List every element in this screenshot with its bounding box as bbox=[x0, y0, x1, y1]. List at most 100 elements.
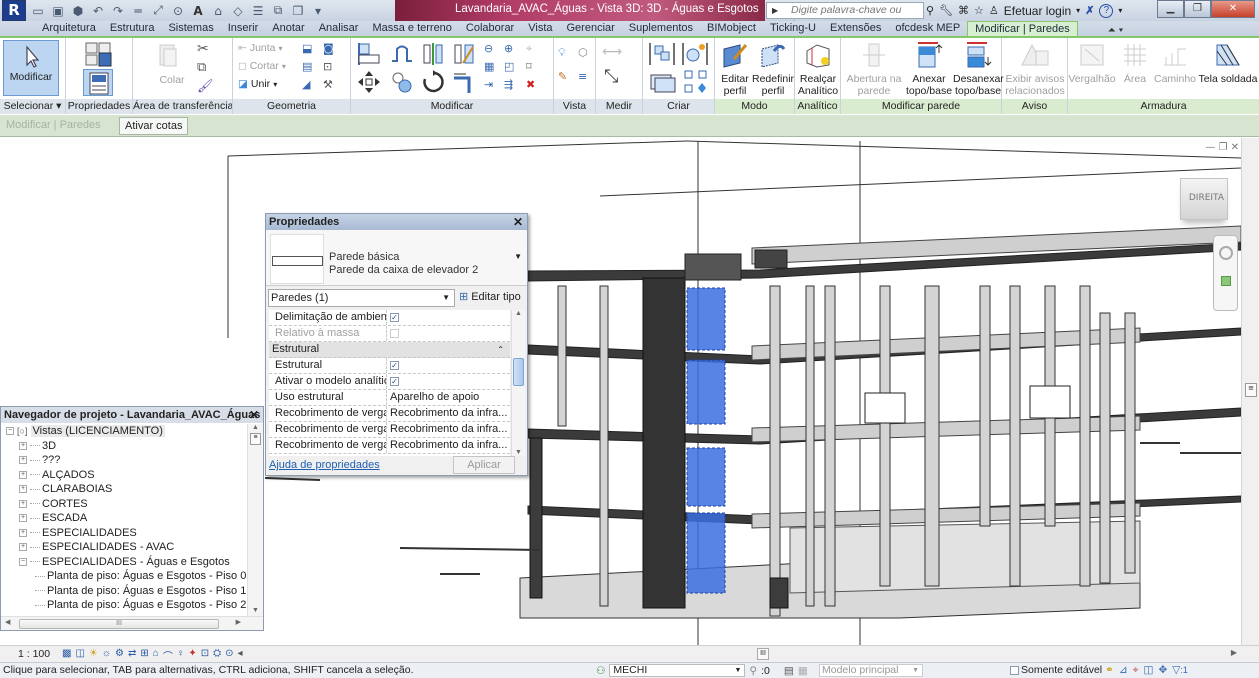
property-value[interactable]: Recobrimento da infra... bbox=[387, 422, 510, 437]
path-reinforcement-button[interactable]: Caminho bbox=[1153, 41, 1197, 85]
sync-icon[interactable]: ⬢ bbox=[70, 3, 86, 18]
wall-joins-icon[interactable]: ⬓ bbox=[302, 42, 318, 58]
key-icon[interactable]: 🔧︎ bbox=[939, 4, 953, 17]
paint-icon[interactable]: ◢ bbox=[302, 78, 318, 94]
section-icon[interactable]: ◇ bbox=[230, 3, 246, 18]
satellite-icon[interactable]: ⌘ bbox=[958, 4, 969, 17]
property-row[interactable]: Estrutural ✓ bbox=[269, 358, 510, 374]
design-options-icon[interactable]: ▤ bbox=[784, 665, 794, 677]
editable-only-toggle[interactable]: Somente editável bbox=[1010, 664, 1102, 676]
customize-icon[interactable]: ▾ bbox=[310, 3, 326, 18]
open-icon[interactable]: ▭ bbox=[30, 3, 46, 18]
reset-profile-button[interactable]: Redefinir perfil bbox=[752, 41, 794, 97]
split-face-icon[interactable]: ◙ bbox=[323, 42, 339, 58]
tree-node[interactable]: +3D bbox=[1, 439, 247, 454]
detach-top-base-button[interactable]: Desanexar topo/base bbox=[953, 41, 1004, 97]
tree-node[interactable]: − ESPECIALIDADES - Águas e Esgotos bbox=[1, 555, 247, 570]
cope-icon[interactable]: ⊡ bbox=[323, 60, 339, 76]
worksets-icon[interactable]: ⚇ bbox=[596, 665, 605, 677]
checkbox-unchecked[interactable] bbox=[1010, 665, 1019, 675]
steering-wheel-icon[interactable] bbox=[1218, 246, 1233, 260]
tab-bimobject[interactable]: BIMobject bbox=[700, 21, 763, 36]
close-icon[interactable]: ✕ bbox=[513, 214, 523, 230]
tree-node[interactable]: + ESPECIALIDADES bbox=[1, 526, 247, 541]
attach-top-base-button[interactable]: Anexar topo/base bbox=[904, 41, 954, 97]
show-crop-icon[interactable]: ⌂ bbox=[153, 648, 159, 663]
property-row[interactable]: Recobrimento de vergal...Recobrimento da… bbox=[269, 422, 510, 438]
close-hidden-icon[interactable]: ⧉ bbox=[270, 3, 286, 18]
filter-icon[interactable]: ▽:1 bbox=[1172, 664, 1188, 677]
area-reinforcement-button[interactable]: Área bbox=[1120, 41, 1150, 85]
select-underlay-icon[interactable]: ⊿ bbox=[1119, 664, 1128, 677]
expand-icon[interactable]: + bbox=[19, 441, 27, 450]
browser-title[interactable]: Navegador de projeto - Lavandaria_AVAC_Á… bbox=[1, 407, 263, 423]
expand-icon[interactable]: + bbox=[19, 470, 27, 479]
property-row[interactable]: Uso estrutural Aparelho de apoio bbox=[269, 390, 510, 406]
apply-button[interactable]: Aplicar bbox=[453, 456, 515, 474]
scroll-left-icon[interactable]: ◀ bbox=[5, 618, 10, 626]
property-value[interactable]: Recobrimento da infra... bbox=[387, 438, 510, 453]
browser-horizontal-scrollbar[interactable]: ◀ III ▶ bbox=[1, 616, 263, 630]
checkbox-checked[interactable]: ✓ bbox=[390, 377, 399, 386]
analytical-model-icon[interactable]: ⊡ bbox=[201, 648, 209, 663]
tab-analisar[interactable]: Analisar bbox=[312, 21, 366, 36]
search-input[interactable]: ▶ Digite palavra-chave ou frase bbox=[766, 2, 924, 31]
copy-element-icon[interactable] bbox=[389, 69, 415, 95]
editable-requests-icon[interactable]: ⚲ bbox=[749, 665, 757, 677]
property-row[interactable]: Ativar o modelo analítico ✓ bbox=[269, 374, 510, 390]
tree-node[interactable]: + ESCADA bbox=[1, 511, 247, 526]
navigation-bar[interactable] bbox=[1213, 235, 1238, 311]
expand-icon[interactable]: + bbox=[19, 456, 27, 465]
detail-level-icon[interactable]: ▩ bbox=[62, 648, 71, 663]
lock-view-icon[interactable]: ⇄ bbox=[128, 648, 136, 663]
browser-vertical-scrollbar[interactable]: ▲ ≡ ▼ bbox=[247, 424, 263, 616]
aligned-dimension-icon[interactable]: ⤡ bbox=[604, 66, 618, 87]
switch-windows-icon[interactable]: ❐ bbox=[290, 3, 306, 18]
collapse-icon[interactable]: − bbox=[19, 557, 27, 566]
split-element-icon[interactable]: ⊖ bbox=[484, 42, 500, 58]
text-icon[interactable]: A bbox=[190, 3, 206, 18]
trim-single-icon[interactable]: ⇥ bbox=[484, 78, 500, 94]
linework-icon[interactable]: ✎ bbox=[558, 70, 574, 86]
trim-multiple-icon[interactable]: ⇶ bbox=[504, 78, 520, 94]
tree-leaf[interactable]: Planta de piso: Águas e Esgotos - Piso 0 bbox=[1, 569, 247, 584]
visual-style-icon[interactable]: ◫ bbox=[75, 648, 84, 663]
rotate-icon[interactable] bbox=[420, 69, 446, 95]
scroll-down-icon[interactable]: ▼ bbox=[512, 449, 525, 456]
checkbox-checked[interactable]: ✓ bbox=[390, 313, 399, 322]
modificar-button[interactable]: Modificar bbox=[3, 40, 59, 96]
thin-lines-icon[interactable]: ☰ bbox=[250, 3, 266, 18]
binoculars-icon[interactable]: ⚲ bbox=[926, 4, 934, 17]
crop-view-icon[interactable]: ⊞ bbox=[140, 648, 148, 663]
properties-palette-icon[interactable] bbox=[83, 69, 113, 96]
undo-icon[interactable]: ↶ bbox=[90, 3, 106, 18]
scroll-thumb[interactable]: ≡ bbox=[1245, 383, 1257, 397]
expand-arrow-icon[interactable]: ▶ bbox=[772, 3, 778, 18]
help-icon[interactable]: ? bbox=[1099, 3, 1114, 18]
close-button[interactable]: ✕ bbox=[1211, 0, 1255, 18]
scroll-right-icon[interactable]: ▶ bbox=[1231, 648, 1237, 657]
unpin-icon[interactable]: ⌖ bbox=[526, 42, 542, 58]
paste-button[interactable]: Colar bbox=[157, 42, 187, 86]
reveal-constraints-icon[interactable]: ⊙ bbox=[225, 648, 233, 663]
tab-extensoes[interactable]: Extensões bbox=[823, 21, 888, 36]
horizontal-scroll-thumb[interactable]: III bbox=[757, 648, 769, 660]
select-links-icon[interactable]: ⚭ bbox=[1105, 664, 1114, 677]
tree-node-root[interactable]: − [○] Vistas (LICENCIAMENTO) bbox=[1, 424, 247, 439]
activate-dimensions-button[interactable]: Ativar cotas bbox=[119, 117, 189, 135]
unir-button[interactable]: ◪ Unir ▾ bbox=[238, 78, 277, 90]
chevron-down-icon[interactable]: ▾ bbox=[1118, 6, 1122, 15]
align-icon[interactable] bbox=[356, 41, 382, 67]
measure-between-icon[interactable]: ⟷ bbox=[602, 44, 622, 60]
tab-anotar[interactable]: Anotar bbox=[265, 21, 311, 36]
scroll-thumb[interactable]: III bbox=[19, 619, 219, 629]
save-icon[interactable]: ▣ bbox=[50, 3, 66, 18]
split-with-gap-icon[interactable]: ⊕ bbox=[504, 42, 520, 58]
property-value[interactable]: Aparelho de apoio bbox=[387, 390, 510, 405]
application-menu-button[interactable]: R bbox=[2, 0, 26, 21]
scroll-up-icon[interactable]: ▲ bbox=[248, 424, 263, 431]
pin-icon[interactable]: ⌑ bbox=[526, 60, 542, 76]
3d-view-icon[interactable]: ⌂ bbox=[210, 3, 226, 18]
star-icon[interactable]: ☆ bbox=[974, 4, 984, 17]
rebar-button[interactable]: Vergalhão bbox=[1068, 41, 1116, 85]
